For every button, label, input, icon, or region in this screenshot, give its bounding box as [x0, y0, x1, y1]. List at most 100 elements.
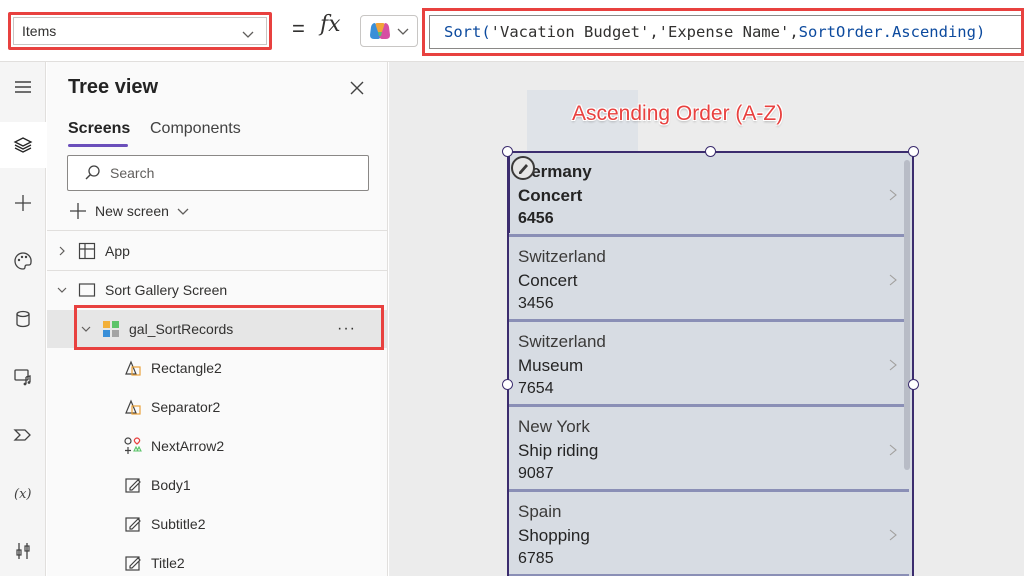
gallery-item[interactable]: Spain Shopping 6785: [509, 493, 909, 576]
icons-icon: [124, 437, 142, 454]
selected-item-indicator: [507, 151, 510, 233]
annotation-caption: Ascending Order (A-Z): [572, 102, 784, 125]
property-dropdown[interactable]: Items: [8, 12, 272, 50]
search-icon: [85, 165, 100, 180]
tree-node-label: Separator2: [151, 399, 221, 415]
gallery-separator: [509, 319, 909, 322]
gallery-item-body: 6456: [518, 210, 554, 227]
chevron-right-icon[interactable]: [889, 529, 897, 541]
gallery-item-body: 3456: [518, 295, 554, 312]
layers-icon[interactable]: [0, 122, 46, 168]
gallery-item[interactable]: Switzerland Concert 3456: [509, 238, 909, 322]
chevron-down-icon: [397, 28, 409, 35]
search-placeholder: Search: [110, 165, 155, 181]
divider: [47, 230, 388, 231]
chevron-right-icon[interactable]: [889, 444, 897, 456]
gallery-item[interactable]: Germany Concert 6456: [509, 153, 909, 237]
copilot-button[interactable]: [360, 15, 418, 47]
tree-node-screen[interactable]: Sort Gallery Screen: [47, 271, 388, 309]
chevron-down-icon: [242, 31, 254, 38]
formula-function: Sort(: [444, 23, 491, 41]
add-icon[interactable]: [0, 180, 46, 226]
gallery-item-body: 7654: [518, 380, 554, 397]
tree-node-label: Title2: [151, 555, 185, 571]
tree-node-label: Subtitle2: [151, 516, 206, 532]
label-edit-icon: [125, 556, 141, 571]
gallery-annotation-box: [74, 305, 384, 350]
chevron-right-icon: [59, 246, 65, 256]
gallery-item-subtitle: Concert: [518, 271, 578, 290]
tree-view-title: Tree view: [68, 76, 159, 98]
gallery-item[interactable]: New York Ship riding 9087: [509, 408, 909, 492]
media-icon[interactable]: [0, 354, 46, 400]
gallery[interactable]: Germany Concert 6456 Switzerland Concert…: [507, 151, 914, 576]
chevron-down-icon: [57, 287, 67, 293]
tree-node-child[interactable]: Subtitle2: [47, 505, 388, 543]
property-dropdown-value: Items: [22, 23, 57, 39]
chevron-right-icon[interactable]: [889, 189, 897, 201]
resize-handle[interactable]: [908, 146, 919, 157]
formula-arg-source: 'Vacation Budget': [490, 23, 650, 41]
resize-handle[interactable]: [705, 146, 716, 157]
formula-close-paren: ): [975, 23, 986, 41]
chevron-down-icon: [177, 208, 189, 215]
tree-node-child[interactable]: Title2: [47, 544, 388, 582]
close-icon[interactable]: [347, 78, 367, 98]
add-icon: [70, 203, 86, 219]
menu-icon[interactable]: [0, 64, 46, 110]
tab-screens[interactable]: Screens: [68, 120, 130, 138]
tree-node-label: App: [105, 243, 130, 259]
resize-handle[interactable]: [502, 146, 513, 157]
new-screen-button[interactable]: New screen: [69, 202, 189, 220]
svg-text:(x): (x): [14, 487, 31, 502]
left-rail: (x): [0, 62, 46, 576]
tab-selected-indicator: [68, 144, 128, 147]
tree-node-label: Rectangle2: [151, 360, 222, 376]
gallery-item-subtitle: Ship riding: [518, 441, 599, 460]
formula-comma: ,: [649, 23, 659, 41]
chevron-right-icon[interactable]: [889, 359, 897, 371]
edit-pencil-icon[interactable]: [511, 156, 535, 180]
palette-icon[interactable]: [0, 238, 46, 284]
gallery-item-title: Switzerland: [518, 247, 606, 266]
formula-bar: Items = fx Sort('Vacation Budget', 'Expen…: [0, 0, 1024, 62]
formula-arg-column: 'Expense Name': [658, 23, 790, 41]
formula-arg-order: SortOrder.Ascending: [798, 23, 976, 41]
new-screen-label: New screen: [95, 203, 169, 219]
gallery-item[interactable]: Switzerland Museum 7654: [509, 323, 909, 407]
tab-components[interactable]: Components: [150, 120, 241, 138]
power-automate-icon[interactable]: [0, 412, 46, 458]
gallery-scrollbar[interactable]: [904, 160, 910, 470]
resize-handle[interactable]: [502, 379, 513, 390]
tree-node-label: NextArrow2: [151, 438, 225, 454]
copilot-icon: [370, 23, 390, 39]
tree-node-child[interactable]: NextArrow2: [47, 427, 388, 465]
tree-node-child[interactable]: Body1: [47, 466, 388, 504]
gallery-item-body: 9087: [518, 465, 554, 482]
variables-icon[interactable]: (x): [0, 470, 46, 516]
equals-sign: =: [292, 16, 305, 41]
tree-node-app[interactable]: App: [47, 232, 388, 270]
screen-icon: [78, 283, 96, 297]
rectangle-icon: [125, 360, 141, 376]
search-input[interactable]: Search: [67, 155, 369, 191]
gallery-item-title: Switzerland: [518, 332, 606, 351]
gallery-item-subtitle: Concert: [518, 186, 583, 205]
gallery-item-subtitle: Museum: [518, 356, 584, 375]
tree-node-child[interactable]: Separator2: [47, 388, 388, 426]
label-edit-icon: [125, 478, 141, 493]
chevron-right-icon[interactable]: [889, 274, 897, 286]
gallery-separator: [509, 234, 909, 237]
database-icon[interactable]: [0, 296, 46, 342]
formula-comma: ,: [789, 23, 799, 41]
separator-icon: [125, 399, 141, 415]
tools-icon[interactable]: [0, 528, 46, 574]
label-edit-icon: [125, 517, 141, 532]
tree-node-child[interactable]: Rectangle2: [47, 349, 388, 387]
gallery-separator: [509, 404, 909, 407]
formula-input[interactable]: Sort('Vacation Budget', 'Expense Name', So…: [422, 8, 1024, 56]
gallery-item-subtitle: Shopping: [518, 526, 590, 545]
fx-label: fx: [320, 12, 341, 37]
resize-handle[interactable]: [908, 379, 919, 390]
gallery-item-title: New York: [518, 417, 590, 436]
